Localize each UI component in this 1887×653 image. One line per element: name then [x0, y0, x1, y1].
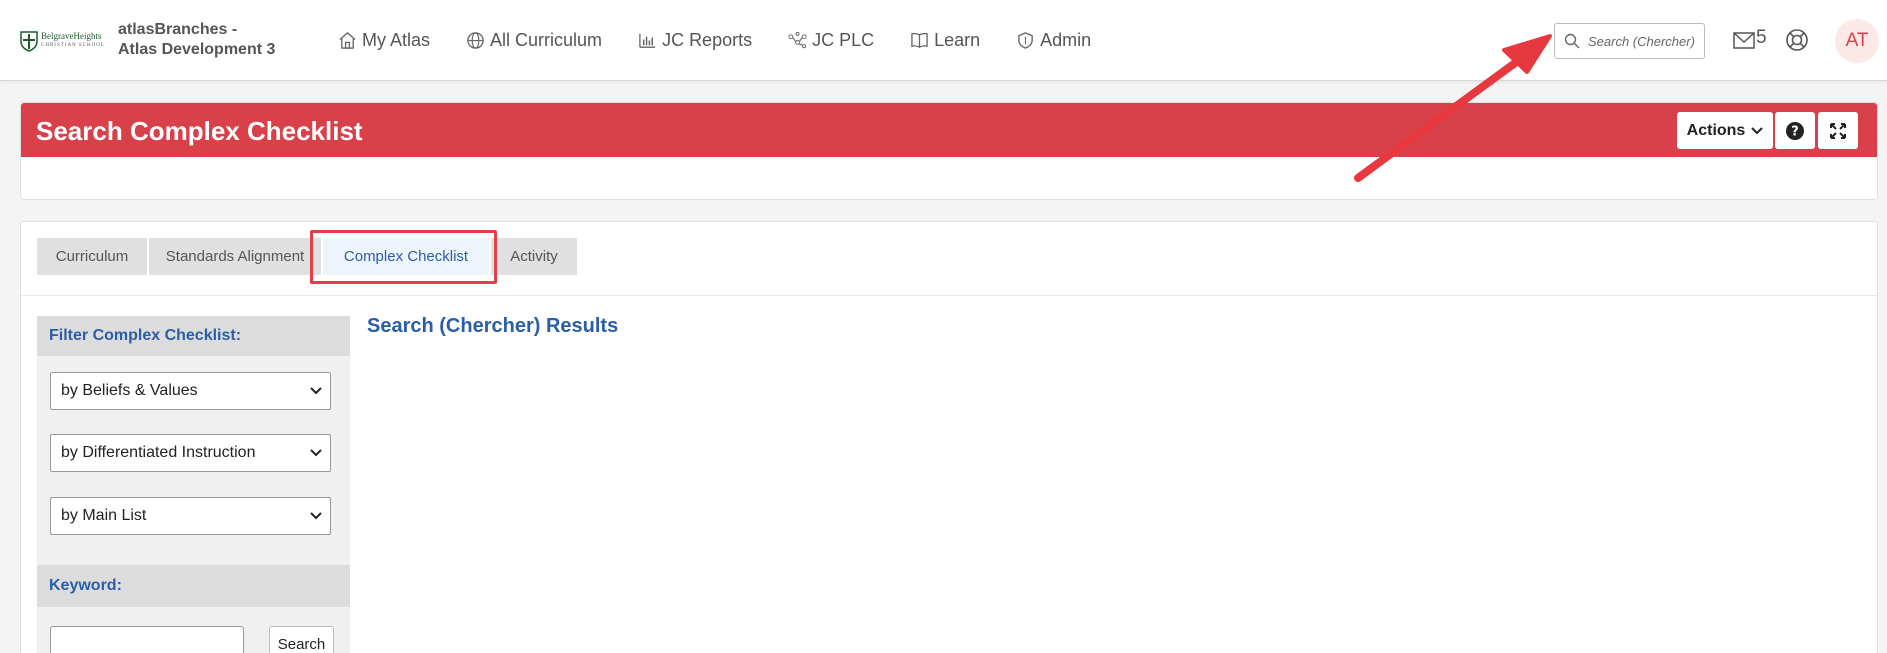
logo-text: BelgraveHeights	[41, 31, 102, 41]
page-header-card: Search Complex Checklist Actions ?	[20, 102, 1878, 200]
mail-icon	[1733, 32, 1755, 49]
chevron-down-icon	[310, 449, 322, 457]
school-logo[interactable]: BelgraveHeights CHRISTIAN SCHOOL	[20, 28, 110, 54]
expand-icon	[1830, 122, 1846, 139]
mail-count: 5	[1756, 27, 1767, 48]
tab-activity[interactable]: Activity	[491, 238, 577, 275]
book-icon	[911, 32, 928, 48]
filter-sidebar: Filter Complex Checklist: by Beliefs & V…	[37, 316, 350, 653]
main-nav: My Atlas All Curriculum JC Reports JC PL…	[338, 28, 1127, 52]
shield-icon	[1018, 31, 1033, 49]
results-title: Search (Chercher) Results	[367, 315, 619, 337]
messages-button[interactable]: 5	[1733, 27, 1767, 50]
nav-jc-plc[interactable]: JC PLC	[788, 28, 874, 52]
home-icon	[339, 31, 356, 49]
keyword-heading: Keyword:	[37, 565, 350, 607]
help-button[interactable]: ?	[1775, 112, 1815, 149]
fullscreen-button[interactable]	[1818, 112, 1858, 149]
tab-standards-alignment[interactable]: Standards Alignment	[149, 238, 321, 275]
keyword-input[interactable]	[50, 626, 244, 653]
filter-main-list-select[interactable]: by Main List	[50, 497, 331, 535]
nav-admin-label: Admin	[1040, 29, 1092, 50]
tab-complex-checklist[interactable]: Complex Checklist	[323, 238, 489, 275]
global-search-input[interactable]	[1588, 33, 1698, 49]
lifebuoy-help-icon[interactable]	[1785, 28, 1809, 52]
tabs-divider	[21, 295, 1877, 296]
page-header-bar: Search Complex Checklist Actions ?	[21, 103, 1877, 157]
site-title: atlasBranches - Atlas Development 3	[118, 21, 276, 58]
chevron-down-icon	[1751, 126, 1764, 134]
filter-beliefs-values-select[interactable]: by Beliefs & Values	[50, 372, 331, 410]
nav-my-atlas[interactable]: My Atlas	[338, 28, 430, 52]
filter-heading: Filter Complex Checklist:	[37, 316, 350, 356]
svg-text:?: ?	[1791, 124, 1799, 139]
nav-my-atlas-label: My Atlas	[362, 29, 431, 50]
search-icon	[1564, 33, 1580, 49]
globe-icon	[467, 31, 484, 49]
network-icon	[788, 31, 807, 48]
nav-all-curriculum[interactable]: All Curriculum	[466, 28, 602, 52]
filter-main-list-value: by Main List	[61, 507, 147, 524]
tab-curriculum[interactable]: Curriculum	[37, 238, 147, 275]
page-title: Search Complex Checklist	[36, 116, 363, 146]
actions-dropdown-button[interactable]: Actions	[1677, 112, 1773, 149]
nav-jc-plc-label: JC PLC	[812, 29, 875, 50]
filter-beliefs-values-value: by Beliefs & Values	[61, 382, 198, 399]
main-content-card: Curriculum Standards Alignment Complex C…	[20, 221, 1878, 653]
top-navigation-bar: BelgraveHeights CHRISTIAN SCHOOL atlasBr…	[0, 0, 1887, 81]
nav-admin[interactable]: Admin	[1016, 28, 1091, 52]
nav-jc-reports-label: JC Reports	[662, 29, 753, 50]
chevron-down-icon	[310, 512, 322, 520]
chevron-down-icon	[310, 387, 322, 395]
user-avatar[interactable]: AT	[1835, 19, 1879, 63]
nav-all-curriculum-label: All Curriculum	[490, 29, 603, 50]
bar-chart-icon	[639, 33, 656, 48]
actions-label: Actions	[1686, 121, 1746, 139]
nav-learn-label: Learn	[934, 29, 981, 50]
global-search[interactable]	[1554, 23, 1705, 59]
content-tabs: Curriculum Standards Alignment Complex C…	[37, 238, 577, 275]
question-circle-icon: ?	[1786, 121, 1804, 140]
nav-jc-reports[interactable]: JC Reports	[638, 28, 752, 52]
logo-subtext: CHRISTIAN SCHOOL	[41, 43, 105, 48]
shield-crest-icon	[20, 31, 38, 52]
nav-learn[interactable]: Learn	[910, 28, 980, 52]
filter-differentiated-instruction-value: by Differentiated Instruction	[61, 444, 256, 461]
keyword-search-button[interactable]: Search	[269, 626, 334, 653]
filter-differentiated-instruction-select[interactable]: by Differentiated Instruction	[50, 434, 331, 472]
